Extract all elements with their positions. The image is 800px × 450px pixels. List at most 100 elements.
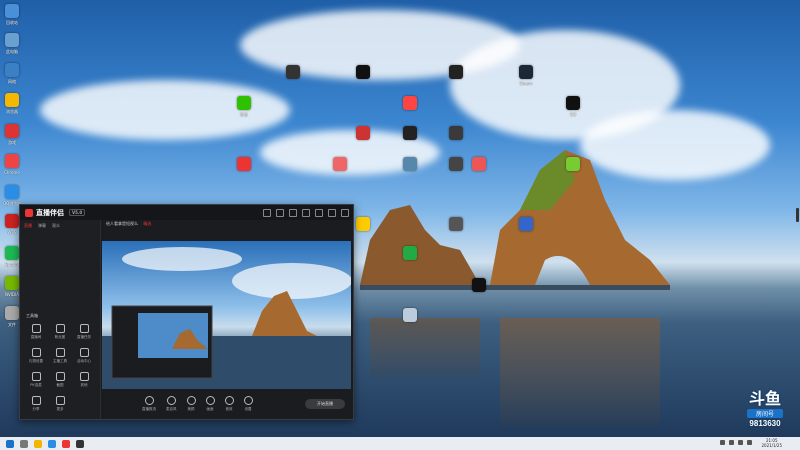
desktop-icon-label: 游戏 bbox=[8, 140, 16, 145]
ime-icon[interactable] bbox=[747, 440, 752, 445]
preview-scene bbox=[102, 247, 351, 389]
settings-icon[interactable] bbox=[289, 209, 297, 217]
tab-live[interactable]: 直播 bbox=[24, 223, 32, 229]
start-icon[interactable] bbox=[6, 439, 14, 448]
left-tabs: 直播 弹幕 观众 bbox=[20, 220, 100, 232]
search-icon[interactable] bbox=[20, 439, 28, 448]
app-shortcut-2[interactable] bbox=[346, 65, 380, 79]
tool-icon bbox=[79, 348, 89, 357]
room-tag[interactable]: 精选 bbox=[143, 221, 151, 226]
watermark-sub: 房间号 bbox=[747, 409, 783, 418]
tool-item[interactable]: 活动中心 bbox=[72, 348, 96, 364]
tool-item[interactable]: 主播工具 bbox=[48, 348, 72, 364]
app-icon-7 bbox=[449, 126, 463, 140]
maximize-icon[interactable] bbox=[328, 209, 336, 217]
desktop-icon-label: NVIDIA bbox=[5, 292, 19, 297]
tool-item[interactable]: 粉丝团 bbox=[48, 324, 72, 340]
tool-item[interactable]: 直播任务 bbox=[72, 324, 96, 340]
tool-item[interactable]: 分享 bbox=[24, 396, 48, 412]
tool-item[interactable]: 直播间 bbox=[24, 324, 48, 340]
tool-item[interactable]: PK连麦 bbox=[24, 372, 48, 388]
message-icon[interactable] bbox=[276, 209, 284, 217]
browser-shortcut[interactable]: 浏览器 bbox=[0, 93, 29, 115]
app-shortcut-14[interactable] bbox=[439, 217, 473, 231]
streaming-app-taskbar-icon[interactable] bbox=[62, 439, 70, 448]
watermark-brand: 斗鱼 bbox=[748, 391, 781, 408]
desktop-icon-label: WPS bbox=[7, 230, 17, 235]
wallpaper-reflection bbox=[500, 318, 660, 428]
system-tray bbox=[720, 440, 752, 445]
app-icon-18 bbox=[403, 308, 417, 322]
wifi-icon[interactable] bbox=[720, 440, 725, 445]
douyu-watermark: 斗鱼 房间号 9813630 bbox=[743, 392, 787, 428]
browser-taskbar-icon[interactable] bbox=[48, 439, 56, 448]
tool-icon bbox=[31, 348, 41, 357]
netease-music-shortcut[interactable] bbox=[227, 157, 261, 171]
spotify-icon bbox=[5, 246, 19, 260]
app-shortcut-1[interactable] bbox=[276, 65, 310, 79]
app-shortcut-15[interactable] bbox=[509, 217, 543, 231]
app-icon-17 bbox=[472, 278, 486, 292]
streaming-app-window[interactable]: 直播伴侣 V5.0 直播 弹幕 观众 工具箱 直播间 粉丝团 直播任务 礼物设置 主播工… bbox=[19, 204, 354, 420]
tool-label: 其他 bbox=[80, 383, 88, 387]
tab-danmu[interactable]: 弹幕 bbox=[38, 223, 46, 229]
app-shortcut-5[interactable] bbox=[346, 126, 380, 140]
version-badge: V5.0 bbox=[69, 209, 86, 216]
battery-icon[interactable] bbox=[738, 440, 743, 445]
volume-icon[interactable] bbox=[729, 440, 734, 445]
stream-preview[interactable] bbox=[102, 241, 351, 389]
app-logo: 直播伴侣 V5.0 bbox=[25, 208, 86, 218]
tool-item[interactable]: 更多 bbox=[48, 396, 72, 412]
game-icon bbox=[5, 124, 19, 138]
app-shortcut-6[interactable] bbox=[393, 126, 427, 140]
app-icon-5 bbox=[356, 126, 370, 140]
tool-icon bbox=[79, 324, 89, 333]
tool-icon bbox=[31, 372, 41, 381]
close-icon[interactable] bbox=[341, 209, 349, 217]
app-shortcut-17[interactable] bbox=[462, 278, 496, 292]
taskbar-clock[interactable]: 21:05 2021/1/25 bbox=[761, 438, 782, 448]
file-explorer-icon[interactable] bbox=[34, 439, 42, 448]
minimize-icon[interactable] bbox=[315, 209, 323, 217]
window-titlebar[interactable]: 直播伴侣 V5.0 bbox=[20, 205, 353, 220]
tab-audience[interactable]: 观众 bbox=[52, 223, 60, 229]
app-shortcut-11[interactable] bbox=[462, 157, 496, 171]
computer-shortcut[interactable]: 此电脑 bbox=[0, 33, 29, 55]
tool-item[interactable]: 礼物设置 bbox=[24, 348, 48, 364]
app-shortcut-7[interactable] bbox=[439, 126, 473, 140]
app-icon-9 bbox=[403, 157, 417, 171]
app-shortcut-3[interactable] bbox=[439, 65, 473, 79]
taskbar: 21:05 2021/1/25 bbox=[0, 437, 800, 450]
start-live-button[interactable]: 开始直播 bbox=[305, 399, 345, 409]
tool-icon bbox=[79, 372, 89, 381]
tool-label: 主播工具 bbox=[53, 359, 67, 363]
menu-icon[interactable] bbox=[302, 209, 310, 217]
desktop-icon-label: 微信 bbox=[240, 112, 248, 117]
app-shortcut-16[interactable] bbox=[393, 246, 427, 260]
app-icon-11 bbox=[472, 157, 486, 171]
app-icon-2 bbox=[356, 65, 370, 79]
app-shortcut-12[interactable] bbox=[556, 157, 590, 171]
network-shortcut[interactable]: 网络 bbox=[0, 63, 29, 85]
skin-icon[interactable] bbox=[263, 209, 271, 217]
chrome-shortcut[interactable]: Chrome bbox=[0, 154, 29, 175]
app-shortcut-8[interactable] bbox=[323, 157, 357, 171]
app-shortcut-9[interactable] bbox=[393, 157, 427, 171]
app-shortcut-18[interactable] bbox=[393, 308, 427, 322]
game-shortcut[interactable]: 游戏 bbox=[0, 124, 29, 146]
tool-label: 分享 bbox=[32, 407, 40, 411]
wechat-shortcut[interactable]: 微信 bbox=[227, 96, 261, 118]
qq-shortcut[interactable]: QQ bbox=[556, 96, 590, 117]
desktop-icon-label: 文件 bbox=[8, 322, 16, 327]
edge-scroll-indicator[interactable] bbox=[796, 208, 799, 222]
app-icon-14 bbox=[449, 217, 463, 231]
tool-item[interactable]: 其他 bbox=[72, 372, 96, 388]
desktop-icon-label: Steam bbox=[519, 81, 533, 86]
tool-item[interactable]: 截图 bbox=[48, 372, 72, 388]
steam-shortcut[interactable]: Steam bbox=[509, 65, 543, 86]
app-icon-4 bbox=[403, 96, 417, 110]
taskbar-app-icon[interactable] bbox=[76, 439, 84, 448]
recycle-bin-shortcut[interactable]: 回收站 bbox=[0, 4, 29, 26]
app-shortcut-4[interactable] bbox=[393, 96, 427, 110]
desktop-icon-label: Spotify bbox=[5, 262, 19, 267]
